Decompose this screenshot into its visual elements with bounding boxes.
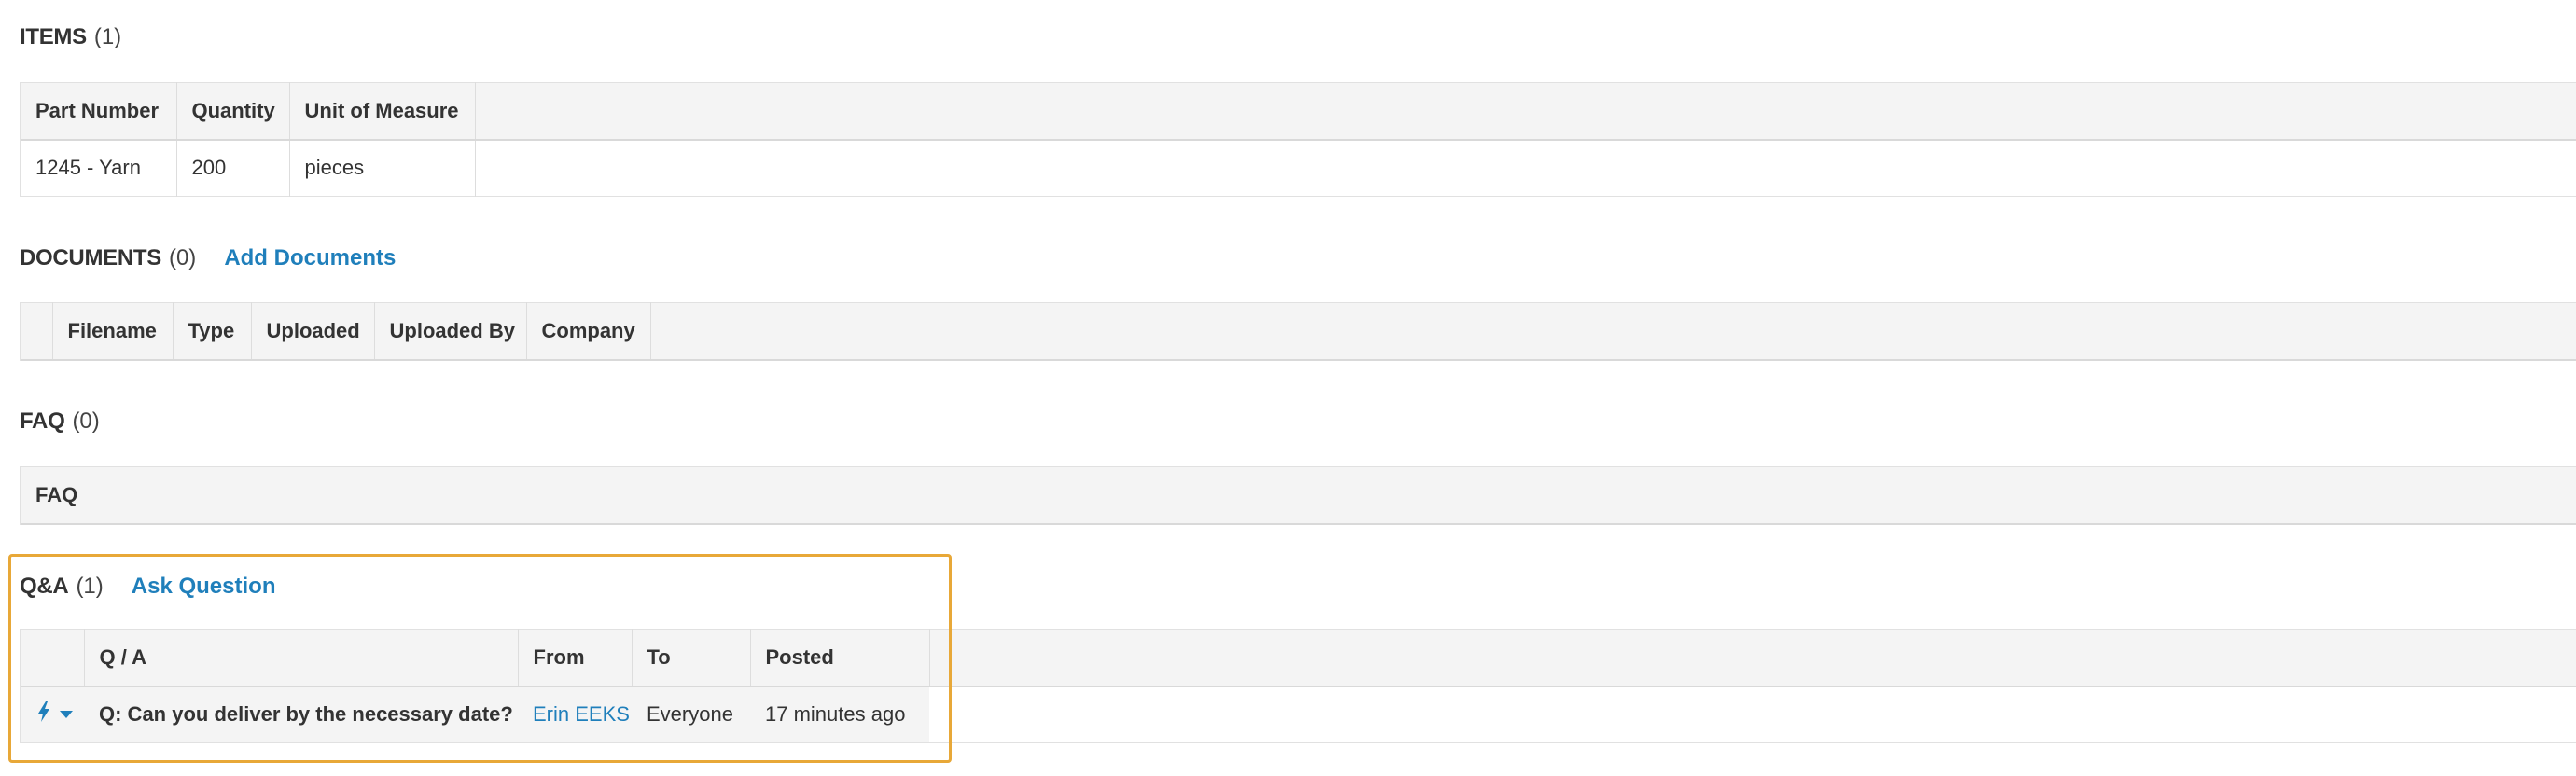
faq-title: FAQ: [20, 409, 65, 434]
qa-from-cell: Erin EEKS: [518, 686, 632, 743]
column-header-filler: [650, 303, 2576, 360]
table-row: Q: Can you deliver by the necessary date…: [21, 686, 2576, 743]
qa-posted-cell: 17 minutes ago: [765, 702, 906, 727]
faq-header-row: FAQ: [21, 466, 2576, 524]
column-header-type[interactable]: Type: [173, 302, 252, 360]
add-documents-link[interactable]: Add Documents: [224, 245, 396, 271]
column-header-to[interactable]: To: [632, 629, 751, 686]
column-header-uploaded[interactable]: Uploaded: [251, 302, 375, 360]
items-count: (1): [93, 24, 122, 49]
column-header-filler: [475, 83, 2576, 140]
column-header-select: [21, 302, 53, 360]
documents-header-row: Filename Type Uploaded Uploaded By Compa…: [21, 302, 2576, 360]
qa-section: Q&A (1) Ask Question Q / A From To Poste…: [20, 568, 2576, 743]
bolt-icon[interactable]: [37, 701, 50, 728]
documents-section-header: DOCUMENTS (0) Add Documents: [20, 240, 2576, 277]
items-table: Part Number Quantity Unit of Measure 124…: [21, 82, 2576, 197]
faq-count: (0): [72, 409, 100, 434]
items-title: ITEMS: [20, 24, 87, 49]
items-table-wrap: Part Number Quantity Unit of Measure 124…: [20, 82, 2576, 197]
ask-question-link[interactable]: Ask Question: [132, 574, 276, 600]
qa-section-header: Q&A (1) Ask Question: [20, 568, 2576, 605]
documents-table: Filename Type Uploaded Uploaded By Compa…: [21, 302, 2576, 361]
items-section: ITEMS (1) Part Number Quantity Unit of M…: [20, 19, 2576, 197]
faq-table: FAQ: [21, 466, 2576, 525]
column-header-company[interactable]: Company: [526, 302, 651, 360]
column-header-actions: [21, 629, 85, 686]
faq-table-wrap: FAQ: [20, 466, 2576, 525]
qa-filler-cell: [929, 686, 2576, 743]
documents-table-wrap: Filename Type Uploaded Uploaded By Compa…: [20, 302, 2576, 361]
items-section-header: ITEMS (1): [20, 19, 2576, 56]
documents-count: (0): [168, 245, 197, 270]
column-header-quantity[interactable]: Quantity: [176, 82, 290, 140]
qa-table: Q / A From To Posted Q: Can you deliver …: [21, 629, 2576, 743]
row-action-menu[interactable]: [21, 686, 84, 743]
faq-section-header: FAQ (0): [20, 403, 2576, 440]
chevron-down-icon[interactable]: [60, 711, 74, 719]
column-header-q-a[interactable]: Q / A: [84, 629, 519, 686]
column-header-uploaded-by[interactable]: Uploaded By: [374, 302, 527, 360]
faq-section: FAQ (0) FAQ: [20, 403, 2576, 525]
qa-table-wrap: Q / A From To Posted Q: Can you deliver …: [20, 629, 2576, 743]
qa-header-row: Q / A From To Posted: [21, 629, 2576, 686]
cell-unit-of-measure: pieces: [289, 139, 476, 197]
qa-title: Q&A: [20, 574, 69, 599]
qa-to-cell: Everyone: [647, 702, 733, 727]
column-header-faq[interactable]: FAQ: [21, 467, 2576, 524]
column-header-filename[interactable]: Filename: [52, 302, 174, 360]
qa-question-cell[interactable]: Q: Can you deliver by the necessary date…: [84, 686, 518, 743]
column-header-posted[interactable]: Posted: [750, 629, 930, 686]
column-header-unit-of-measure[interactable]: Unit of Measure: [289, 82, 476, 140]
cell-quantity: 200: [176, 139, 290, 197]
documents-section: DOCUMENTS (0) Add Documents Filename Typ…: [20, 240, 2576, 361]
table-row: 1245 - Yarn 200 pieces: [21, 139, 2576, 197]
column-header-from[interactable]: From: [518, 629, 633, 686]
from-user-link[interactable]: Erin EEKS: [533, 702, 630, 726]
cell-filler: [475, 140, 2576, 197]
documents-title: DOCUMENTS: [20, 245, 161, 270]
items-header-row: Part Number Quantity Unit of Measure: [21, 82, 2576, 140]
cell-part-number: 1245 - Yarn: [21, 139, 177, 197]
qa-count: (1): [76, 574, 104, 599]
column-header-part-number[interactable]: Part Number: [21, 82, 177, 140]
column-header-filler: [928, 629, 2576, 686]
